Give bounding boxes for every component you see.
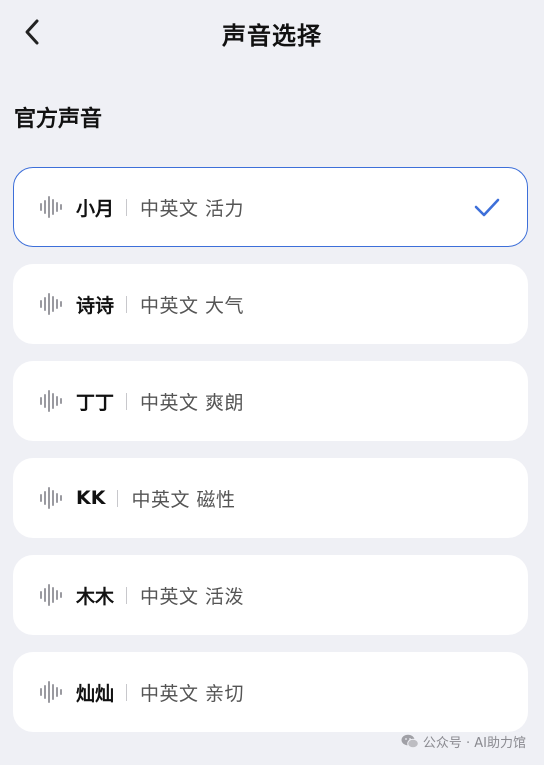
voice-option-cancan[interactable]: 灿灿 中英文 亲切 [13, 652, 528, 732]
voice-description: 中英文 磁性 [131, 488, 236, 511]
voice-option-xiaoyue[interactable]: 小月 中英文 活力 [13, 167, 528, 247]
voice-option-mumu[interactable]: 木木 中英文 活泼 [13, 555, 528, 635]
sound-wave-icon [40, 390, 62, 412]
divider [126, 586, 128, 604]
watermark-text: 公众号 · AI助力馆 [422, 736, 526, 751]
voice-option-shishi[interactable]: 诗诗 中英文 大气 [13, 264, 528, 344]
divider [126, 392, 128, 410]
voice-description: 中英文 活力 [140, 197, 245, 220]
voice-description: 中英文 爽朗 [140, 391, 245, 414]
voice-name: 木木 [76, 585, 115, 608]
voice-name: KK [76, 487, 106, 509]
voice-option-dingding[interactable]: 丁丁 中英文 爽朗 [13, 361, 528, 441]
divider [126, 683, 128, 701]
voice-name: 灿灿 [76, 682, 115, 705]
voice-name: 诗诗 [76, 294, 115, 317]
checkmark-icon [474, 198, 500, 217]
section-title: 官方声音 [14, 107, 103, 132]
voice-description: 中英文 活泼 [140, 585, 245, 608]
divider [117, 489, 119, 507]
voice-name: 小月 [76, 197, 115, 220]
watermark: 公众号 · AI助力馆 [401, 732, 526, 751]
voice-name: 丁丁 [76, 391, 115, 414]
voice-description: 中英文 大气 [140, 294, 245, 317]
sound-wave-icon [40, 196, 62, 218]
sound-wave-icon [40, 584, 62, 606]
voice-option-kk[interactable]: KK 中英文 磁性 [13, 458, 528, 538]
divider [126, 198, 128, 216]
page-title: 声音选择 [222, 22, 322, 50]
wechat-icon [401, 734, 419, 749]
voice-description: 中英文 亲切 [140, 682, 245, 705]
voice-list: 小月 中英文 活力 诗诗 中英文 大气 丁丁 中英文 爽朗 KK 中英文 磁性 … [13, 167, 528, 749]
sound-wave-icon [40, 681, 62, 703]
sound-wave-icon [40, 487, 62, 509]
header: 声音选择 [0, 0, 544, 66]
sound-wave-icon [40, 293, 62, 315]
divider [126, 295, 128, 313]
